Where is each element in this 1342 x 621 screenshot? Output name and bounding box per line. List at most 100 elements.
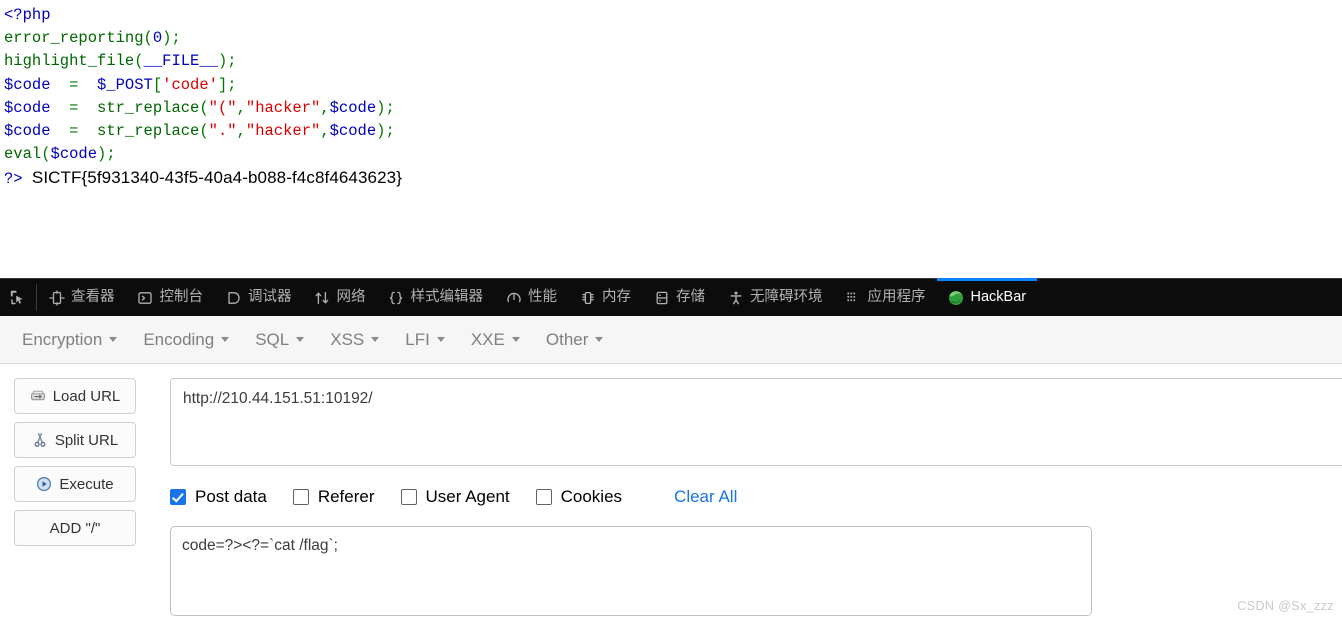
checkbox-checked-icon[interactable] <box>170 489 186 505</box>
php-closing-tag: ?> <box>4 170 32 189</box>
code-token: = <box>50 98 98 117</box>
console-icon <box>137 289 154 306</box>
devtools-tab-label: 样式编辑器 <box>410 289 484 306</box>
code-token: ; <box>385 98 395 117</box>
php-source-listing: <?php error_reporting(0); highlight_file(_… <box>0 0 1342 278</box>
scissors-icon <box>32 432 48 448</box>
devtools-tab-label: 性能 <box>528 289 557 306</box>
hackbar-menu-label: LFI <box>405 329 430 349</box>
hackbar-menu-sql[interactable]: SQL <box>247 326 314 354</box>
post-data-input[interactable] <box>170 526 1092 616</box>
chevron-down-icon <box>296 337 305 342</box>
code-token: = <box>50 122 98 141</box>
clear-all-link[interactable]: Clear All <box>674 487 737 507</box>
code-token: 0 <box>152 29 163 48</box>
accessibility-icon <box>727 289 744 306</box>
flag-output: SICTF{5f931340-43f5-40a4-b088-f4c8f46436… <box>31 168 402 188</box>
code-token: ( <box>134 52 144 71</box>
checkbox-cookies[interactable]: Cookies <box>535 487 623 507</box>
devtools-tab-inspector[interactable]: 查看器 <box>37 279 126 316</box>
code-line: <?php <box>4 4 1342 27</box>
chevron-down-icon <box>511 337 520 342</box>
code-token: __FILE__ <box>143 52 218 71</box>
code-token: error_reporting <box>4 29 144 48</box>
code-token: ; <box>385 122 395 141</box>
devtools-tab-storage[interactable]: 存储 <box>642 279 716 316</box>
inspector-icon <box>48 289 65 306</box>
devtools-tab-performance[interactable]: 性能 <box>494 279 568 316</box>
chevron-down-icon <box>595 337 604 342</box>
devtools-tab-memory[interactable]: 内存 <box>568 279 642 316</box>
devtools-tab-label: 查看器 <box>71 289 115 306</box>
code-token: ; <box>171 29 181 48</box>
checkbox-post-data[interactable]: Post data <box>170 487 267 507</box>
devtools-tab-style-editor[interactable]: 样式编辑器 <box>377 279 495 316</box>
checkbox-label: Referer <box>317 487 375 506</box>
devtools-tab-label: 控制台 <box>159 289 204 306</box>
hackbar-menu-label: XSS <box>330 329 365 349</box>
code-token: $code <box>4 98 51 117</box>
devtools-tab-application[interactable]: 应用程序 <box>834 279 937 316</box>
code-line: $code = $_POST['code']; <box>4 74 1342 97</box>
load-url-icon <box>30 388 46 404</box>
hackbar-button-execute[interactable]: Execute <box>14 466 136 502</box>
devtools-tab-label: 应用程序 <box>867 289 926 306</box>
code-token: ; <box>227 75 237 94</box>
code-token: $code <box>4 75 51 94</box>
url-input[interactable] <box>170 378 1342 466</box>
element-picker-icon[interactable] <box>0 284 37 311</box>
hackbar-menu-label: Other <box>545 329 589 349</box>
chevron-down-icon <box>371 337 380 342</box>
checkbox-referer[interactable]: Referer <box>292 487 375 507</box>
chevron-down-icon <box>436 337 445 342</box>
code-token: $code <box>4 122 51 141</box>
hackbar-menu-other[interactable]: Other <box>538 326 614 354</box>
hackbar-action-buttons: Load URL Split URL Execute ADD "/" <box>0 378 160 616</box>
checkbox-label: User Agent <box>425 487 510 506</box>
network-icon <box>314 289 331 306</box>
devtools-tab-label: 内存 <box>602 289 631 306</box>
hackbar-menu-xxe[interactable]: XXE <box>463 326 530 354</box>
hackbar-menu-label: XXE <box>470 329 505 349</box>
devtools-tab-list: 查看器 控制台 调试器 网络 样式编辑器 性能 内存 存储 无障碍环境 应用程序 HackBar <box>37 278 1038 316</box>
hackbar-button-add[interactable]: ADD "/" <box>14 510 136 546</box>
code-token: 'code' <box>162 75 218 94</box>
code-token: , <box>320 122 330 141</box>
checkbox-unchecked-icon[interactable] <box>292 489 309 505</box>
checkbox-label: Cookies <box>560 487 623 506</box>
hackbar-menu-lfi[interactable]: LFI <box>397 326 455 354</box>
devtools-tab-network[interactable]: 网络 <box>303 279 377 316</box>
hackbar-menu-encoding[interactable]: Encoding <box>135 326 239 354</box>
hackbar-button-label: Load URL <box>52 387 121 405</box>
hackbar-icon <box>948 289 965 306</box>
code-token: , <box>320 98 330 117</box>
memory-icon <box>579 289 596 306</box>
code-token: "hacker" <box>245 98 321 117</box>
code-token: ; <box>106 145 116 164</box>
code-token: str_replace <box>97 98 200 117</box>
devtools-tab-hackbar[interactable]: HackBar <box>936 278 1038 316</box>
application-icon <box>845 289 862 306</box>
checkbox-user-agent[interactable]: User Agent <box>400 487 510 507</box>
storage-icon <box>653 289 670 306</box>
hackbar-menubar: Encryption Encoding SQL XSS LFI XXE Other <box>0 316 1342 364</box>
hackbar-menu-xss[interactable]: XSS <box>322 326 389 354</box>
hackbar-button-label: Split URL <box>54 431 119 449</box>
hackbar-menu-encryption[interactable]: Encryption <box>14 326 127 354</box>
checkbox-unchecked-icon[interactable] <box>535 489 552 505</box>
chevron-down-icon <box>221 337 230 342</box>
code-token: ) <box>97 145 107 164</box>
request-options-row: Post data Referer User Agent Cookies Clear A… <box>170 480 1342 514</box>
code-token: [ <box>152 75 163 94</box>
code-token: <?php <box>4 6 51 24</box>
checkbox-unchecked-icon[interactable] <box>400 489 417 505</box>
watermark: CSDN @Sx_zzz <box>1237 599 1334 613</box>
code-token: $code <box>329 122 377 141</box>
hackbar-button-split-url[interactable]: Split URL <box>14 422 136 458</box>
hackbar-button-load-url[interactable]: Load URL <box>14 378 136 414</box>
code-token: ] <box>217 75 228 94</box>
devtools-tab-debugger[interactable]: 调试器 <box>214 279 303 316</box>
devtools-tab-console[interactable]: 控制台 <box>126 279 215 316</box>
devtools-tab-label: 无障碍环境 <box>750 289 823 306</box>
devtools-tab-accessibility[interactable]: 无障碍环境 <box>716 279 834 316</box>
